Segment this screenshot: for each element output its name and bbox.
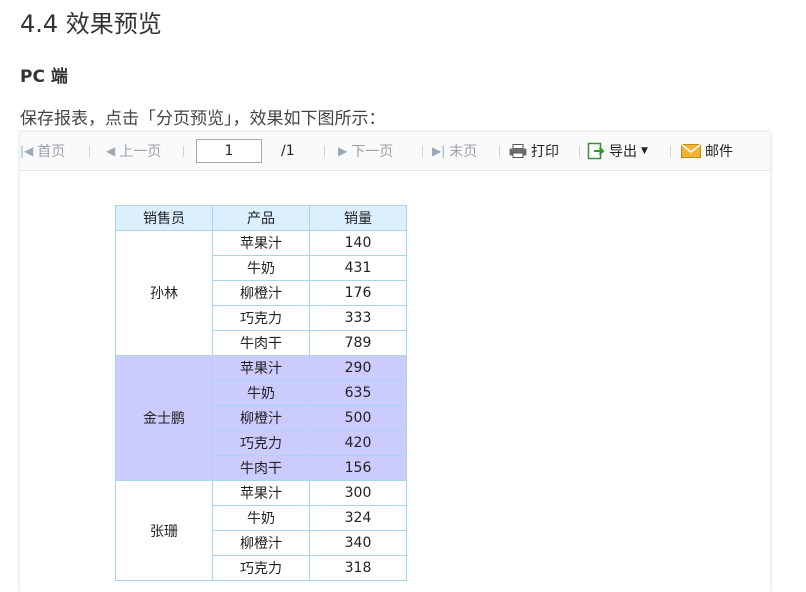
product-cell: 牛奶 [212, 505, 310, 531]
product-cell: 苹果汁 [212, 480, 310, 506]
product-cell: 巧克力 [212, 555, 310, 581]
sales-cell: 156 [309, 455, 407, 481]
print-label: 打印 [531, 144, 559, 160]
toolbar-divider [422, 146, 423, 157]
product-cell: 柳橙汁 [212, 280, 310, 306]
toolbar-divider [89, 146, 90, 157]
export-icon [587, 142, 605, 160]
product-cell: 巧克力 [212, 305, 310, 331]
sales-cell: 789 [309, 330, 407, 356]
salesperson-cell: 孙林 [115, 230, 213, 356]
print-button[interactable]: 打印 [509, 132, 559, 170]
printer-icon [509, 144, 527, 158]
first-page-icon: |◀ [20, 144, 34, 158]
next-page-button[interactable]: ▶ 下一页 [338, 132, 393, 170]
mail-icon [681, 144, 701, 158]
first-page-button[interactable]: |◀ 首页 [20, 132, 65, 170]
product-cell: 柳橙汁 [212, 530, 310, 556]
next-page-icon: ▶ [338, 144, 348, 158]
report-preview-window: |◀ 首页 ◀ 上一页 1 /1 ▶ 下一页 ▶| 末页 打印 导出 ▼ 邮件 … [20, 132, 770, 592]
section-heading: 4.4 效果预览 [20, 10, 162, 38]
preview-toolbar: |◀ 首页 ◀ 上一页 1 /1 ▶ 下一页 ▶| 末页 打印 导出 ▼ 邮件 [20, 132, 770, 171]
product-cell: 苹果汁 [212, 355, 310, 381]
last-page-label: 末页 [449, 144, 478, 160]
sales-cell: 431 [309, 255, 407, 281]
table-row-highlighted: 金士鹏 苹果汁 290 [115, 355, 407, 481]
first-page-label: 首页 [37, 144, 66, 160]
product-cell: 牛肉干 [212, 455, 310, 481]
page-number-input[interactable]: 1 [196, 139, 262, 163]
product-cell: 柳橙汁 [212, 405, 310, 431]
product-cell: 牛奶 [212, 255, 310, 281]
sales-cell: 333 [309, 305, 407, 331]
sales-report-table: 销售员 产品 销量 孙林 苹果汁 140 牛奶 431 柳橙汁 176 巧克力 … [115, 205, 407, 581]
sales-cell: 635 [309, 380, 407, 406]
column-header: 销售员 [115, 205, 213, 231]
toolbar-divider [670, 146, 671, 157]
toolbar-divider [579, 146, 580, 157]
product-cell: 巧克力 [212, 430, 310, 456]
export-label: 导出 [609, 144, 637, 160]
sales-cell: 300 [309, 480, 407, 506]
prev-page-icon: ◀ [106, 144, 116, 158]
export-dropdown-button[interactable]: 导出 ▼ [587, 132, 648, 170]
product-cell: 苹果汁 [212, 230, 310, 256]
mail-button[interactable]: 邮件 [681, 132, 733, 170]
sales-cell: 176 [309, 280, 407, 306]
prev-page-button[interactable]: ◀ 上一页 [106, 132, 161, 170]
column-header: 销量 [309, 205, 407, 231]
last-page-button[interactable]: ▶| 末页 [432, 132, 477, 170]
subsection-heading: PC 端 [20, 67, 68, 87]
salesperson-cell: 张珊 [115, 480, 213, 581]
page-total: /1 [281, 143, 295, 159]
sales-cell: 324 [309, 505, 407, 531]
product-cell: 牛肉干 [212, 330, 310, 356]
sales-cell: 318 [309, 555, 407, 581]
instruction-text: 保存报表，点击「分页预览」，效果如下图所示： [20, 109, 386, 129]
product-cell: 牛奶 [212, 380, 310, 406]
prev-page-label: 上一页 [119, 144, 162, 160]
sales-cell: 140 [309, 230, 407, 256]
sales-cell: 500 [309, 405, 407, 431]
next-page-label: 下一页 [351, 144, 394, 160]
mail-label: 邮件 [705, 144, 733, 160]
table-header-row: 销售员 产品 销量 [115, 205, 407, 231]
last-page-icon: ▶| [432, 144, 446, 158]
toolbar-divider [324, 146, 325, 157]
sales-cell: 340 [309, 530, 407, 556]
column-header: 产品 [212, 205, 310, 231]
salesperson-cell: 金士鹏 [115, 355, 213, 481]
sales-cell: 290 [309, 355, 407, 381]
table-row: 张珊 苹果汁 300 [115, 480, 407, 581]
table-row: 孙林 苹果汁 140 [115, 230, 407, 356]
sales-cell: 420 [309, 430, 407, 456]
toolbar-divider [499, 146, 500, 157]
toolbar-divider [183, 146, 184, 157]
chevron-down-icon: ▼ [641, 146, 648, 156]
